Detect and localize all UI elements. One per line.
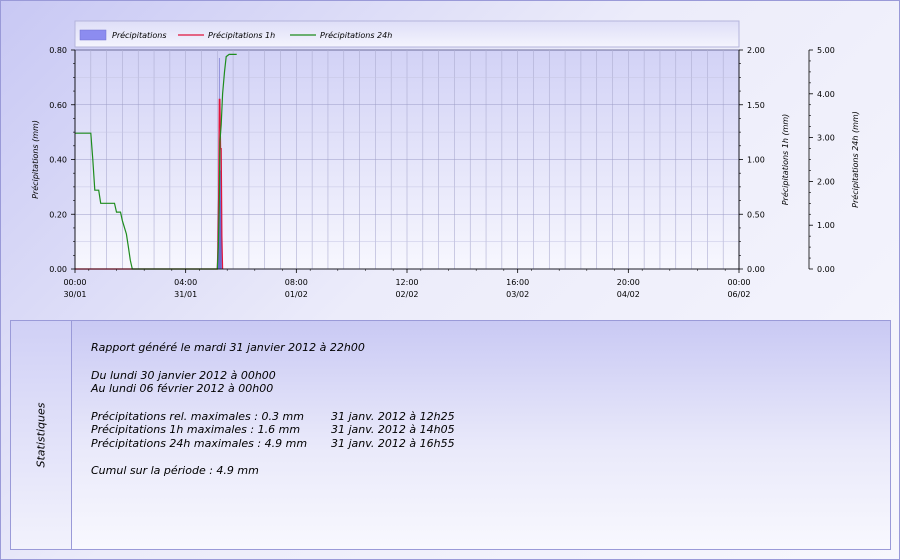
y-tick-label: 2.00 xyxy=(817,177,835,186)
max-when: 31 janv. 2012 à 16h55 xyxy=(331,436,455,450)
y-tick-label: 0.60 xyxy=(49,101,67,110)
report-line: Rapport généré le mardi 31 janvier 2012 … xyxy=(91,341,365,354)
y-tick-label: 2.00 xyxy=(747,46,765,55)
x-tick-time: 16:00 xyxy=(506,278,529,287)
x-tick-date: 03/02 xyxy=(506,290,529,299)
cumul-line: Cumul sur la période : 4.9 mm xyxy=(91,464,259,477)
y-axis-title-right1: Précipitations 1h (mm) xyxy=(780,114,790,206)
y-tick-label: 1.50 xyxy=(747,101,765,110)
y-tick-label: 3.00 xyxy=(817,134,835,143)
x-tick-date: 01/02 xyxy=(285,290,308,299)
y-tick-label: 4.00 xyxy=(817,90,835,99)
statistics-title: Statistiques xyxy=(34,402,48,468)
x-tick-date: 02/02 xyxy=(395,290,418,299)
legend-label: Précipitations 24h xyxy=(320,30,392,40)
period-to: Au lundi 06 février 2012 à 00h00 xyxy=(91,382,274,395)
max-row-1h: Précipitations 1h maximales : 1.6 mm 31 … xyxy=(91,423,880,437)
legend-label: Précipitations 1h xyxy=(208,30,275,40)
y-tick-label: 1.00 xyxy=(747,156,765,165)
max-when: 31 janv. 2012 à 12h25 xyxy=(331,409,455,423)
x-tick-time: 04:00 xyxy=(174,278,197,287)
legend: Précipitations Précipitations 1h Précipi… xyxy=(74,20,740,48)
y-tick-label: 0.20 xyxy=(49,210,67,219)
period-from: Du lundi 30 janvier 2012 à 00h00 xyxy=(91,368,276,382)
x-tick-date: 04/02 xyxy=(617,290,640,299)
statistics-body: Rapport généré le mardi 31 janvier 2012 … xyxy=(91,341,880,478)
y-axis-title-left: Précipitations (mm) xyxy=(30,120,40,199)
max-label: Précipitations 24h maximales : 4.9 mm xyxy=(91,436,308,450)
precipitation-chart: 0.00 0.20 0.40 0.60 0.80 0.00 0.50 1.00 1.50 2.00… xyxy=(30,20,860,299)
statistics-tab: Statistiques xyxy=(11,321,72,549)
legend-swatch-precipitations xyxy=(79,29,107,41)
statistics-panel: Statistiques Rapport généré le mardi 31 … xyxy=(10,320,891,550)
max-label: Précipitations 1h maximales : 1.6 mm xyxy=(91,423,301,436)
y-tick-label: 1.00 xyxy=(817,221,835,230)
y-axis-title-right2: Précipitations 24h (mm) xyxy=(850,111,860,208)
y-tick-label: 0.00 xyxy=(747,265,765,274)
x-tick-time: 20:00 xyxy=(617,278,640,287)
x-tick-date: 06/02 xyxy=(727,290,750,299)
legend-box xyxy=(74,20,740,48)
y-tick-label: 0.00 xyxy=(817,265,835,274)
x-tick-time: 00:00 xyxy=(727,278,750,287)
max-label: Précipitations rel. maximales : 0.3 mm xyxy=(91,409,304,423)
x-tick-date: 31/01 xyxy=(174,290,197,299)
x-tick-date: 30/01 xyxy=(63,290,86,299)
max-row-rel: Précipitations rel. maximales : 0.3 mm 3… xyxy=(91,410,880,424)
y-tick-label: 0.50 xyxy=(747,210,765,219)
y-tick-label: 5.00 xyxy=(817,46,835,55)
y-tick-label: 0.40 xyxy=(49,156,67,165)
x-tick-time: 12:00 xyxy=(395,278,418,287)
y-tick-label: 0.80 xyxy=(49,46,67,55)
max-row-24h: Précipitations 24h maximales : 4.9 mm 31… xyxy=(91,437,880,451)
legend-label: Précipitations xyxy=(112,30,167,40)
x-tick-time: 00:00 xyxy=(63,278,86,287)
y-tick-label: 0.00 xyxy=(49,265,67,274)
x-tick-time: 08:00 xyxy=(285,278,308,287)
legend-item-precipitations: Précipitations xyxy=(79,29,167,41)
max-when: 31 janv. 2012 à 14h05 xyxy=(331,423,455,436)
